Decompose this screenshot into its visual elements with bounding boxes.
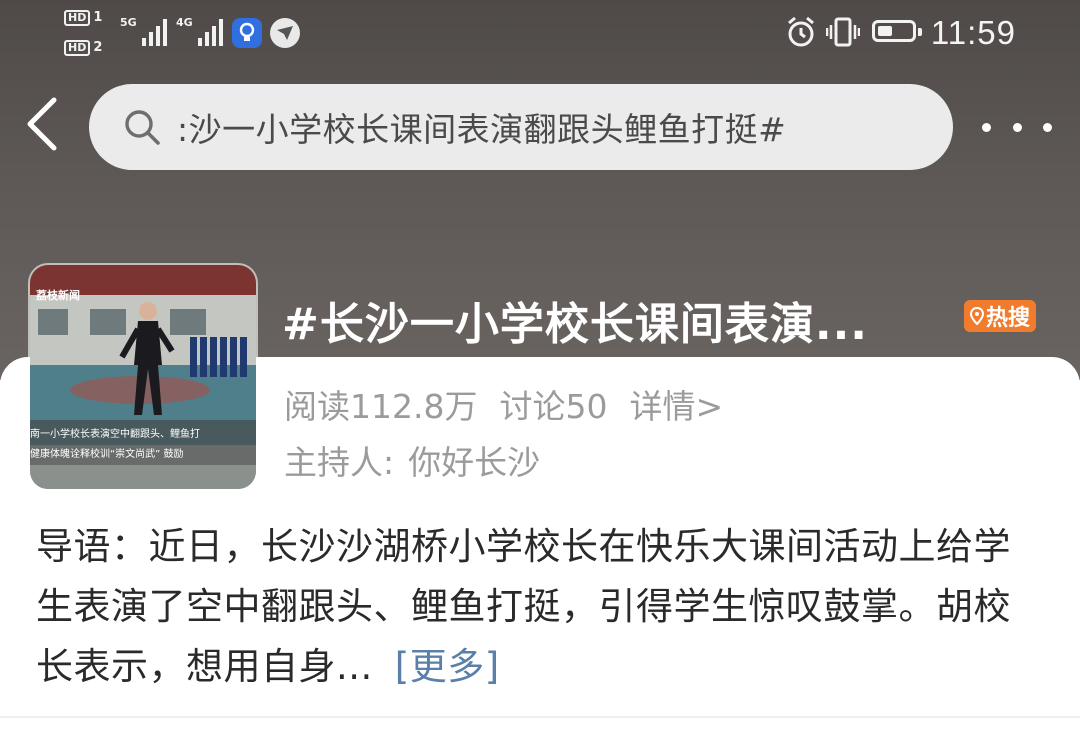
more-dot [1012,122,1022,132]
more-dot [982,122,991,132]
bird-app-icon [270,18,300,48]
net1-label: 5G [120,16,137,29]
host-label: 主持人: [284,443,395,482]
more-options-button[interactable] [982,112,1052,142]
host-name[interactable]: 你好长沙 [408,443,540,482]
location-pin-icon [969,307,984,325]
sim2-number: 2 [93,40,103,55]
back-button[interactable] [22,96,72,156]
sim2-hd-indicator: HD 2 [64,40,102,56]
alarm-icon [786,16,816,52]
read-count: 阅读112.8万 [284,387,478,426]
vibrate-icon [825,16,861,52]
search-query[interactable]: :沙一小学校长课间表演翻跟头鲤鱼打挺# [177,103,786,151]
lightbulb-app-icon [232,18,262,48]
hd2-label: HD [64,40,91,56]
search-bar[interactable]: :沙一小学校长课间表演翻跟头鲤鱼打挺# [89,84,953,170]
intro-more-link[interactable]: [更多] [395,645,500,688]
hot-badge-label: 热搜 [985,306,1030,331]
hd1-label: HD [64,10,91,26]
signal-4g-icon: 4G [176,16,223,46]
intro-text: 导语：近日，长沙沙湖桥小学校长在快乐大课间活动上给学生表演了空中翻跟头、鲤鱼打挺… [36,525,1011,688]
topic-stats-row: 阅读112.8万 讨论50 详情> [284,380,723,428]
status-bar: HD 1 HD 2 5G 4G 11:59 [0,0,1080,70]
net2-label: 4G [176,16,193,29]
topic-title: #长沙一小学校长课间表演... [282,299,869,350]
battery-icon [872,20,922,42]
chevron-left-icon [27,97,57,151]
discussion-count: 讨论50 [499,387,608,426]
thumbnail-source-label: 荔枝新闻 [36,289,80,302]
section-divider [0,716,1080,718]
battery-fill [878,26,892,36]
search-icon [125,110,160,145]
status-time: 11:59 [930,14,1016,51]
sim1-hd-indicator: HD 1 [64,10,102,26]
thumbnail-caption-line2: 健康体魄诠释校训“崇文尚武” 鼓励 [30,449,184,460]
topic-intro: 导语：近日，长沙沙湖桥小学校长在快乐大课间活动上给学生表演了空中翻跟头、鲤鱼打挺… [36,517,1046,697]
signal-5g-icon: 5G [120,16,167,46]
topic-thumbnail[interactable]: 荔枝新闻 南一小学校长表演空中翻跟头、鲤鱼打 健康体魄诠释校训“崇文尚武” 鼓励 [30,265,256,489]
thumbnail-caption-line1: 南一小学校长表演空中翻跟头、鲤鱼打 [30,429,200,440]
topic-host-row: 主持人: 你好长沙 [284,436,540,484]
sim1-number: 1 [93,10,103,25]
details-link[interactable]: 详情> [629,387,723,426]
hot-search-badge: 热搜 [964,300,1036,332]
more-dot [1043,122,1052,132]
